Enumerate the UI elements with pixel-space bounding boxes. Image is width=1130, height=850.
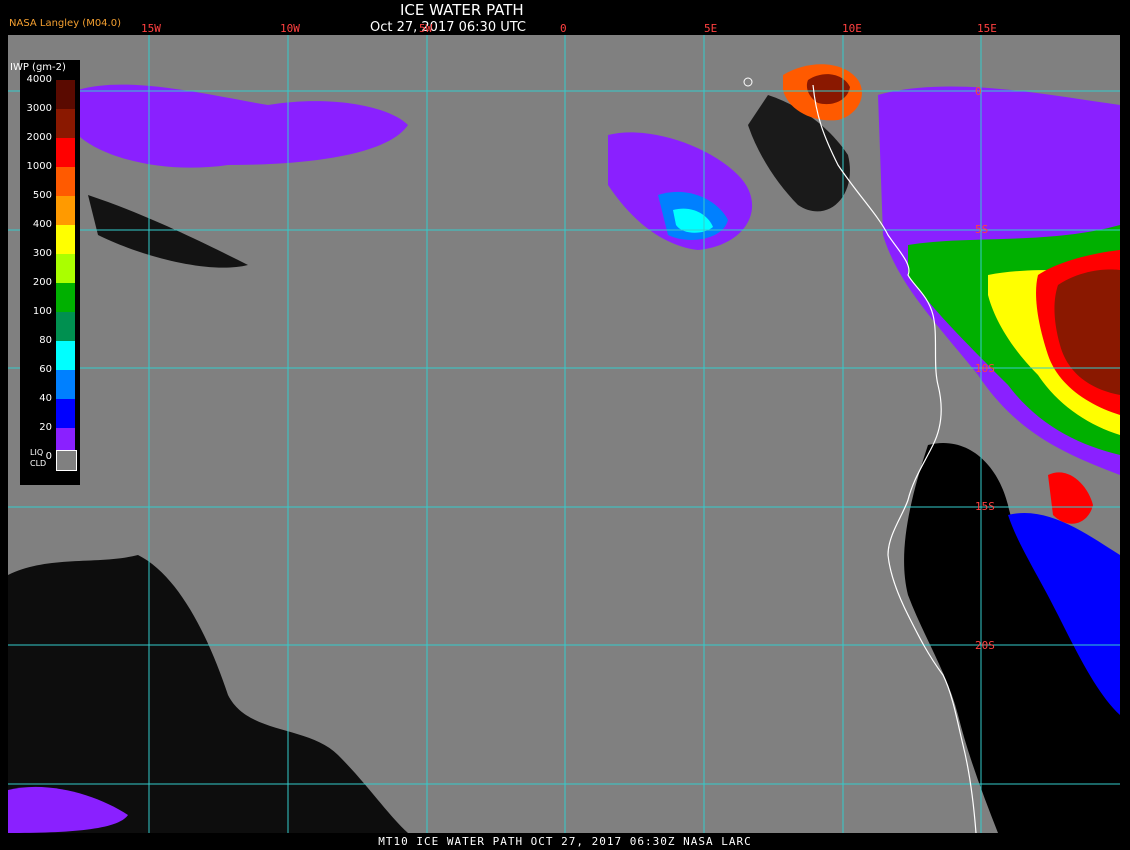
legend-level: 300 bbox=[32, 248, 52, 259]
legend-level: 400 bbox=[32, 219, 52, 230]
map-subtitle: Oct 27, 2017 06:30 UTC bbox=[370, 20, 526, 35]
lat-label: 0 bbox=[975, 85, 982, 98]
clear-sky-strip bbox=[88, 195, 248, 268]
lon-label: 5W bbox=[419, 22, 433, 35]
map-panel bbox=[8, 35, 1120, 833]
legend-level: 4000 bbox=[26, 74, 52, 85]
legend-level: 60 bbox=[39, 364, 52, 375]
ice-cloud-purple-northwest bbox=[78, 84, 408, 168]
legend-swatch bbox=[56, 399, 75, 428]
map-title: ICE WATER PATH bbox=[400, 1, 524, 19]
legend-level: 0 bbox=[45, 451, 52, 462]
liq-label-2: CLD bbox=[30, 459, 47, 468]
map-canvas bbox=[8, 35, 1120, 833]
legend-swatch bbox=[56, 109, 75, 138]
legend-swatch bbox=[56, 341, 75, 370]
legend-swatch bbox=[56, 283, 75, 312]
legend-level: 3000 bbox=[26, 103, 52, 114]
legend-level: 40 bbox=[39, 393, 52, 404]
legend-swatch bbox=[56, 167, 75, 196]
legend-level: 80 bbox=[39, 335, 52, 346]
lon-label: 10W bbox=[280, 22, 300, 35]
lon-label: 15E bbox=[977, 22, 997, 35]
lon-label: 10E bbox=[842, 22, 862, 35]
legend-swatch bbox=[56, 254, 75, 283]
legend-level: 1000 bbox=[26, 161, 52, 172]
legend-level: 100 bbox=[32, 306, 52, 317]
legend-swatch bbox=[56, 225, 75, 254]
legend-swatch bbox=[56, 196, 75, 225]
legend-swatch bbox=[56, 80, 75, 109]
lon-label: 0 bbox=[560, 22, 567, 35]
island-marker bbox=[743, 77, 753, 87]
lat-label: 20S bbox=[975, 639, 995, 652]
lon-label: 5E bbox=[704, 22, 718, 35]
legend-title: IWP (gm-2) bbox=[10, 62, 66, 73]
legend-swatch bbox=[56, 370, 75, 399]
footer-caption: MT10 ICE WATER PATH OCT 27, 2017 06:30Z … bbox=[378, 835, 752, 848]
color-legend: IWP (gm-2) 4000 3000 2000 1000 500 400 300 200 1… bbox=[10, 60, 80, 485]
lon-label: 15W bbox=[141, 22, 161, 35]
ice-cloud-southeast-red bbox=[1048, 472, 1093, 524]
org-label: NASA Langley (M04.0) bbox=[9, 18, 121, 29]
legend-swatch bbox=[56, 138, 75, 167]
liq-swatch bbox=[56, 450, 77, 471]
legend-level: 2000 bbox=[26, 132, 52, 143]
lat-label: 15S bbox=[975, 500, 995, 513]
legend-swatch bbox=[56, 312, 75, 341]
lat-label: 5S bbox=[975, 223, 989, 236]
liq-label-1: LIQ bbox=[30, 448, 44, 457]
lat-label: 10S bbox=[975, 362, 995, 375]
legend-level: 20 bbox=[39, 422, 52, 433]
legend-level: 500 bbox=[32, 190, 52, 201]
legend-level: 200 bbox=[32, 277, 52, 288]
